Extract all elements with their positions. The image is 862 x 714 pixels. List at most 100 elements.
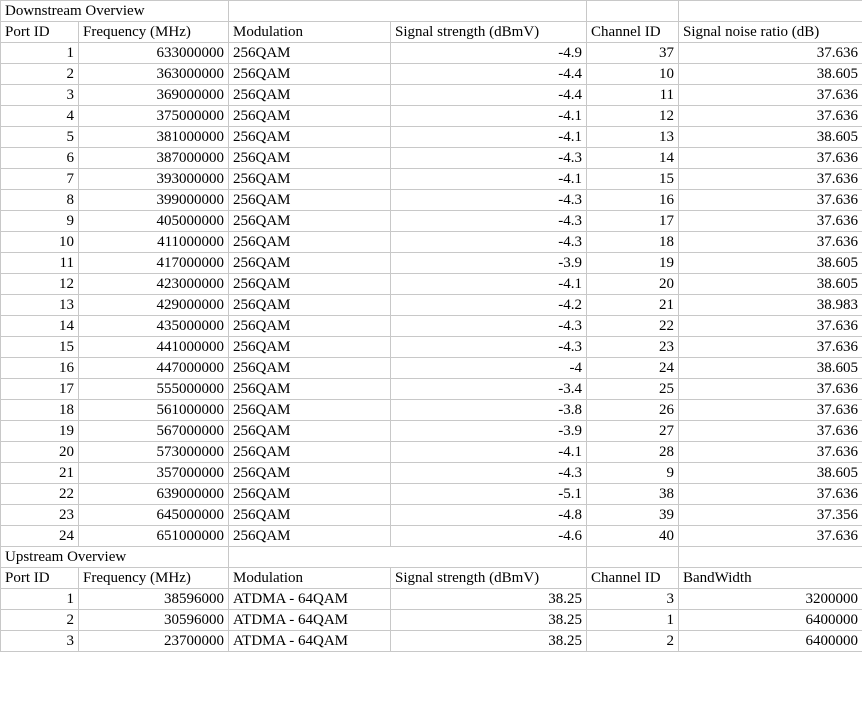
downstream-cell-modulation: 256QAM [228,84,392,106]
downstream-cell-frequency-mhz: 393000000 [77,168,230,190]
downstream-cell-channel-id: 40 [586,525,680,547]
downstream-cell-channel-id: 18 [586,231,680,253]
downstream-cell-channel-id: 21 [586,294,680,316]
upstream-section-title-row: Upstream Overview [0,546,862,568]
upstream-cell-frequency-mhz: 38596000 [77,588,230,610]
downstream-header-row: Port ID Frequency (MHz) Modulation Signal s… [0,21,862,43]
table-row: 5 381000000 256QAM -4.1 13 38.605 [0,126,862,148]
downstream-cell-channel-id: 20 [586,273,680,295]
downstream-cell-signal-noise-ratio-db: 37.636 [678,336,862,358]
table-row: 21 357000000 256QAM -4.3 9 38.605 [0,462,862,484]
downstream-cell-signal-strength-dbmv: -4.1 [390,273,588,295]
downstream-cell-modulation: 256QAM [228,126,392,148]
upstream-cell-signal-strength-dbmv: 38.25 [390,609,588,631]
downstream-cell-signal-strength-dbmv: -4.1 [390,105,588,127]
downstream-cell-signal-noise-ratio-db: 37.636 [678,42,862,64]
table-row: 14 435000000 256QAM -4.3 22 37.636 [0,315,862,337]
signal-overview-body: Downstream Overview Port ID Frequency (MHz… [0,0,862,652]
downstream-column-header-5: Signal noise ratio (dB) [678,21,862,43]
downstream-cell-port-id: 1 [0,42,79,64]
downstream-cell-frequency-mhz: 567000000 [77,420,230,442]
downstream-cell-signal-noise-ratio-db: 38.605 [678,357,862,379]
table-row: 20 573000000 256QAM -4.1 28 37.636 [0,441,862,463]
downstream-cell-signal-noise-ratio-db: 37.636 [678,420,862,442]
downstream-cell-port-id: 23 [0,504,79,526]
downstream-cell-channel-id: 27 [586,420,680,442]
downstream-cell-port-id: 13 [0,294,79,316]
downstream-cell-channel-id: 23 [586,336,680,358]
upstream-section-title: Upstream Overview [0,546,230,568]
downstream-cell-modulation: 256QAM [228,105,392,127]
table-row: 22 639000000 256QAM -5.1 38 37.636 [0,483,862,505]
downstream-cell-frequency-mhz: 447000000 [77,357,230,379]
downstream-cell-signal-noise-ratio-db: 37.636 [678,105,862,127]
downstream-cell-modulation: 256QAM [228,378,392,400]
table-row: 24 651000000 256QAM -4.6 40 37.636 [0,525,862,547]
downstream-cell-port-id: 24 [0,525,79,547]
downstream-cell-modulation: 256QAM [228,252,392,274]
downstream-cell-channel-id: 9 [586,462,680,484]
downstream-cell-port-id: 9 [0,210,79,232]
downstream-cell-frequency-mhz: 429000000 [77,294,230,316]
table-row: 16 447000000 256QAM -4 24 38.605 [0,357,862,379]
downstream-cell-signal-noise-ratio-db: 37.636 [678,210,862,232]
downstream-cell-modulation: 256QAM [228,294,392,316]
downstream-cell-signal-strength-dbmv: -4.3 [390,315,588,337]
downstream-column-header-2: Modulation [228,21,392,43]
upstream-column-header-1: Frequency (MHz) [77,567,230,589]
table-row: 4 375000000 256QAM -4.1 12 37.636 [0,105,862,127]
downstream-cell-signal-strength-dbmv: -4.3 [390,210,588,232]
table-row: 18 561000000 256QAM -3.8 26 37.636 [0,399,862,421]
downstream-cell-port-id: 5 [0,126,79,148]
downstream-cell-signal-noise-ratio-db: 37.636 [678,84,862,106]
upstream-cell-modulation: ATDMA - 64QAM [228,588,392,610]
downstream-cell-frequency-mhz: 417000000 [77,252,230,274]
table-row: 1 633000000 256QAM -4.9 37 37.636 [0,42,862,64]
downstream-cell-signal-strength-dbmv: -4.4 [390,63,588,85]
downstream-cell-frequency-mhz: 387000000 [77,147,230,169]
downstream-cell-port-id: 15 [0,336,79,358]
downstream-cell-channel-id: 37 [586,42,680,64]
downstream-cell-signal-noise-ratio-db: 37.636 [678,231,862,253]
downstream-cell-channel-id: 22 [586,315,680,337]
downstream-column-header-3: Signal strength (dBmV) [390,21,588,43]
table-row: 2 363000000 256QAM -4.4 10 38.605 [0,63,862,85]
downstream-title-blank-cell [228,0,588,22]
downstream-cell-port-id: 7 [0,168,79,190]
downstream-cell-signal-noise-ratio-db: 37.636 [678,441,862,463]
downstream-cell-modulation: 256QAM [228,483,392,505]
downstream-cell-modulation: 256QAM [228,273,392,295]
downstream-cell-port-id: 21 [0,462,79,484]
table-row: 3 23700000 ATDMA - 64QAM 38.25 2 6400000 [0,630,862,652]
downstream-column-header-4: Channel ID [586,21,680,43]
upstream-cell-channel-id: 2 [586,630,680,652]
downstream-cell-frequency-mhz: 363000000 [77,63,230,85]
downstream-cell-signal-strength-dbmv: -3.8 [390,399,588,421]
downstream-cell-frequency-mhz: 405000000 [77,210,230,232]
downstream-cell-frequency-mhz: 435000000 [77,315,230,337]
downstream-cell-channel-id: 13 [586,126,680,148]
upstream-cell-frequency-mhz: 23700000 [77,630,230,652]
downstream-cell-signal-strength-dbmv: -3.4 [390,378,588,400]
downstream-cell-frequency-mhz: 441000000 [77,336,230,358]
downstream-cell-signal-noise-ratio-db: 37.636 [678,399,862,421]
downstream-column-header-0: Port ID [0,21,79,43]
downstream-cell-signal-noise-ratio-db: 37.356 [678,504,862,526]
downstream-cell-modulation: 256QAM [228,399,392,421]
downstream-cell-modulation: 256QAM [228,504,392,526]
downstream-cell-channel-id: 14 [586,147,680,169]
downstream-cell-signal-strength-dbmv: -4.2 [390,294,588,316]
downstream-cell-signal-noise-ratio-db: 37.636 [678,189,862,211]
upstream-title-blank-cell [678,546,862,568]
upstream-column-header-0: Port ID [0,567,79,589]
downstream-cell-signal-noise-ratio-db: 37.636 [678,147,862,169]
downstream-cell-signal-strength-dbmv: -4.3 [390,462,588,484]
downstream-cell-signal-noise-ratio-db: 37.636 [678,168,862,190]
downstream-cell-port-id: 3 [0,84,79,106]
downstream-cell-port-id: 19 [0,420,79,442]
downstream-cell-port-id: 20 [0,441,79,463]
downstream-cell-modulation: 256QAM [228,336,392,358]
downstream-cell-frequency-mhz: 633000000 [77,42,230,64]
downstream-cell-modulation: 256QAM [228,63,392,85]
downstream-section-title: Downstream Overview [0,0,230,22]
